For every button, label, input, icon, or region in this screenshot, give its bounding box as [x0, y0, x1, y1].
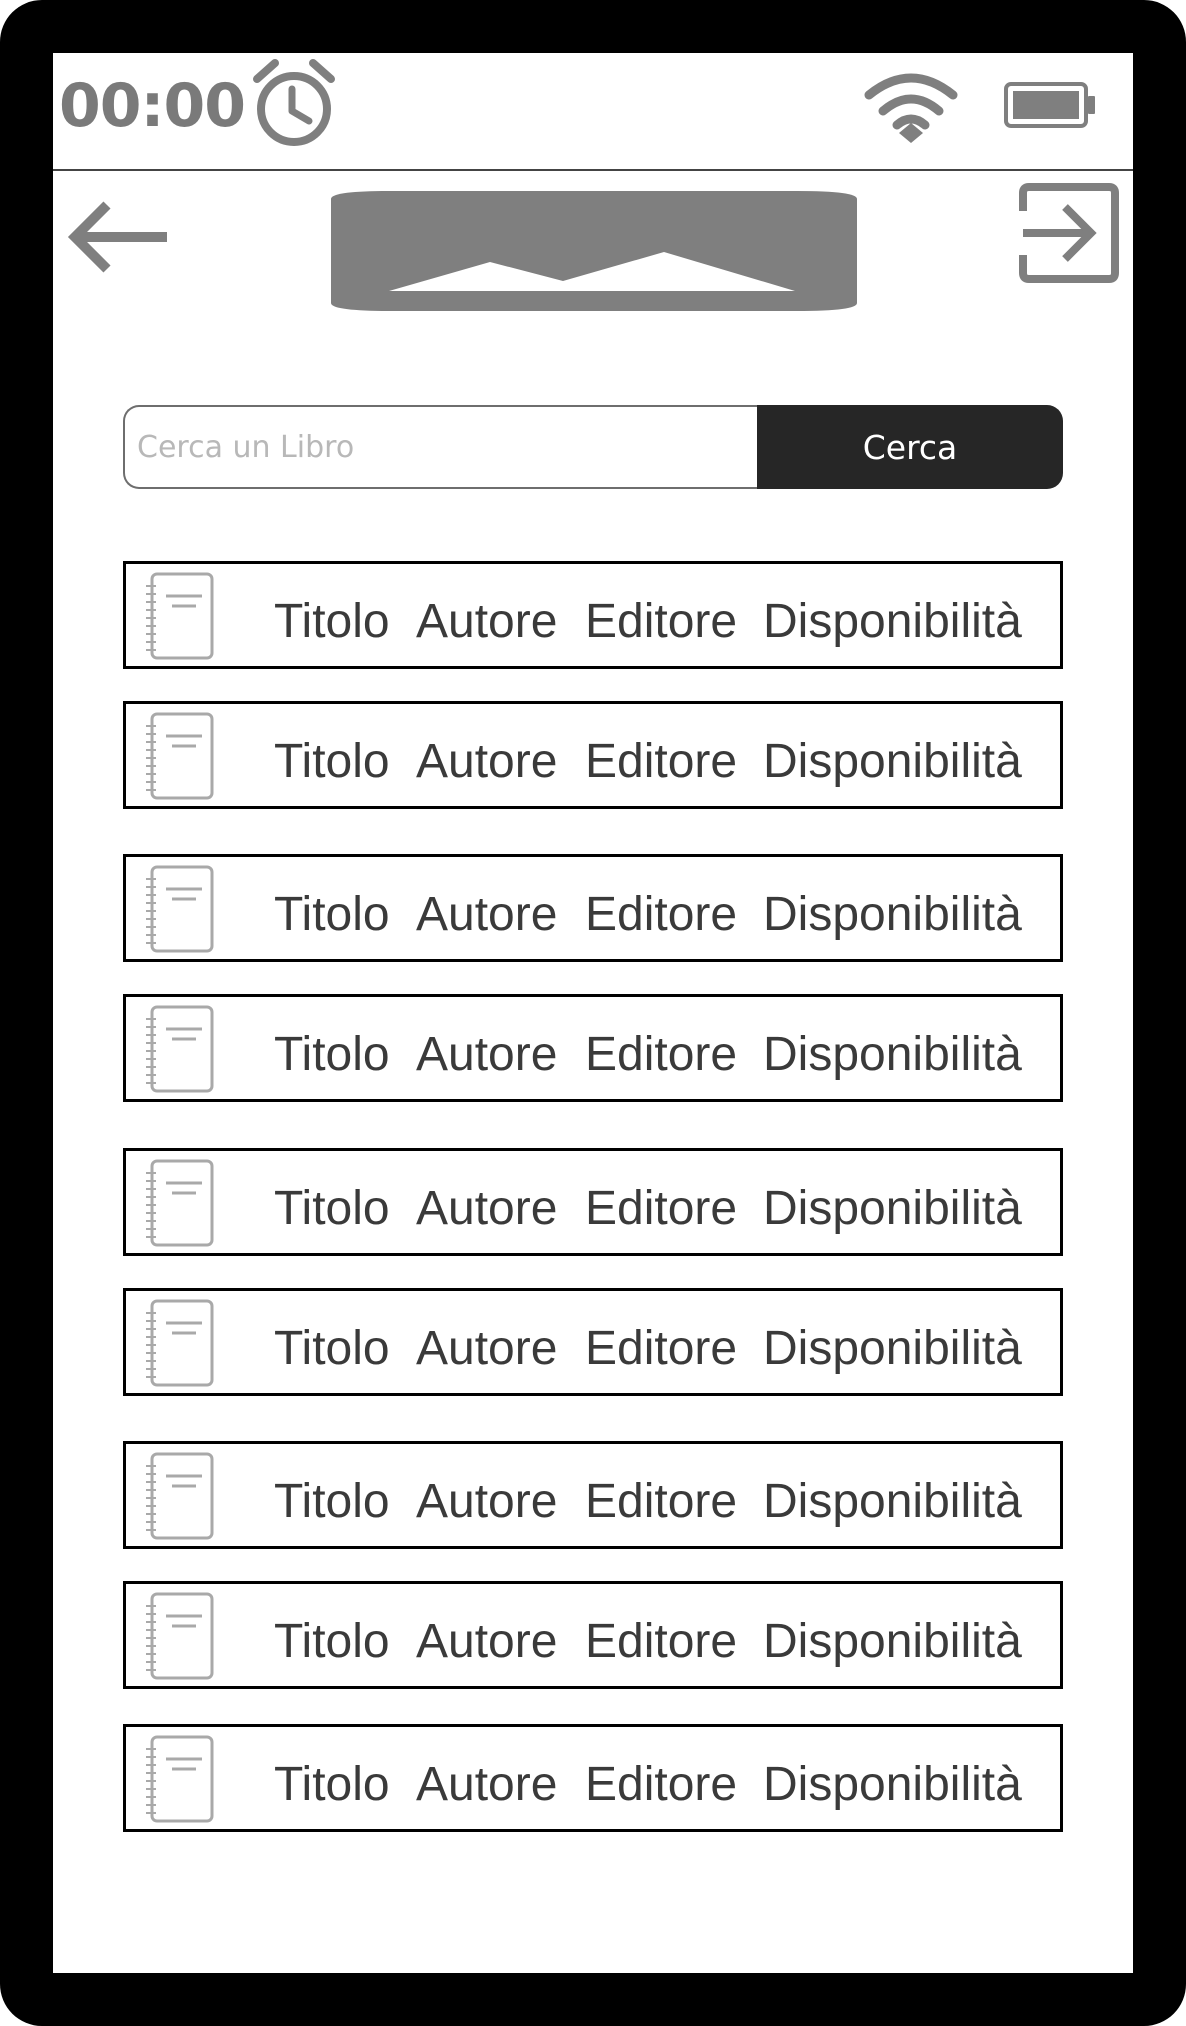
image-placeholder-icon — [331, 191, 857, 311]
book-publisher: Editore — [585, 1322, 738, 1375]
book-title: Titolo — [274, 1758, 390, 1811]
status-time: 00:00 — [59, 71, 246, 141]
book-title: Titolo — [274, 595, 390, 648]
book-author: Autore — [416, 1322, 558, 1375]
book-row[interactable]: Titolo Autore Editore Disponibilità — [123, 561, 1063, 669]
search-input[interactable] — [123, 405, 757, 489]
book-availability: Disponibilità — [763, 1615, 1022, 1668]
book-availability: Disponibilità — [763, 595, 1022, 648]
book-row[interactable]: Titolo Autore Editore Disponibilità — [123, 1148, 1063, 1256]
notebook-icon — [146, 572, 214, 660]
book-publisher: Editore — [585, 1615, 738, 1668]
book-row[interactable]: Titolo Autore Editore Disponibilità — [123, 1441, 1063, 1549]
book-availability: Disponibilità — [763, 888, 1022, 941]
notebook-icon — [146, 1592, 214, 1680]
book-title: Titolo — [274, 1182, 390, 1235]
notebook-icon — [146, 1735, 214, 1823]
book-author: Autore — [416, 1475, 558, 1528]
phone-screen: 00:00 Cerca un Libro Cerca Titolo Autore… — [53, 53, 1133, 1973]
alarm-clock-icon — [253, 59, 335, 146]
book-author: Autore — [416, 595, 558, 648]
book-title: Titolo — [274, 1615, 390, 1668]
search-bar: Cerca — [123, 405, 1063, 489]
search-button[interactable]: Cerca — [757, 405, 1063, 489]
book-author: Autore — [416, 735, 558, 788]
book-availability: Disponibilità — [763, 735, 1022, 788]
book-title: Titolo — [274, 735, 390, 788]
book-publisher: Editore — [585, 735, 738, 788]
book-publisher: Editore — [585, 595, 738, 648]
book-row[interactable]: Titolo Autore Editore Disponibilità — [123, 1581, 1063, 1689]
wifi-icon — [864, 73, 958, 143]
book-publisher: Editore — [585, 888, 738, 941]
book-author: Autore — [416, 1615, 558, 1668]
book-title: Titolo — [274, 1475, 390, 1528]
notebook-icon — [146, 1159, 214, 1247]
book-availability: Disponibilità — [763, 1322, 1022, 1375]
book-publisher: Editore — [585, 1475, 738, 1528]
status-bar: 00:00 — [53, 53, 1133, 171]
logout-icon[interactable] — [1019, 183, 1119, 283]
book-title: Titolo — [274, 1322, 390, 1375]
book-publisher: Editore — [585, 1182, 738, 1235]
notebook-icon — [146, 1452, 214, 1540]
book-availability: Disponibilità — [763, 1028, 1022, 1081]
book-row[interactable]: Titolo Autore Editore Disponibilità — [123, 1288, 1063, 1396]
notebook-icon — [146, 712, 214, 800]
book-row[interactable]: Titolo Autore Editore Disponibilità — [123, 1724, 1063, 1832]
book-title: Titolo — [274, 1028, 390, 1081]
phone-frame: 00:00 Cerca un Libro Cerca Titolo Autore… — [0, 0, 1186, 2026]
book-row[interactable]: Titolo Autore Editore Disponibilità — [123, 994, 1063, 1102]
book-row[interactable]: Titolo Autore Editore Disponibilità — [123, 701, 1063, 809]
book-availability: Disponibilità — [763, 1182, 1022, 1235]
book-availability: Disponibilità — [763, 1475, 1022, 1528]
book-publisher: Editore — [585, 1758, 738, 1811]
book-title: Titolo — [274, 888, 390, 941]
battery-full-icon — [1004, 82, 1095, 128]
book-author: Autore — [416, 1028, 558, 1081]
book-availability: Disponibilità — [763, 1758, 1022, 1811]
notebook-icon — [146, 1299, 214, 1387]
book-row[interactable]: Titolo Autore Editore Disponibilità — [123, 854, 1063, 962]
notebook-icon — [146, 1005, 214, 1093]
book-author: Autore — [416, 1182, 558, 1235]
notebook-icon — [146, 865, 214, 953]
book-publisher: Editore — [585, 1028, 738, 1081]
book-author: Autore — [416, 1758, 558, 1811]
book-author: Autore — [416, 888, 558, 941]
arrow-left-icon[interactable] — [67, 201, 171, 273]
